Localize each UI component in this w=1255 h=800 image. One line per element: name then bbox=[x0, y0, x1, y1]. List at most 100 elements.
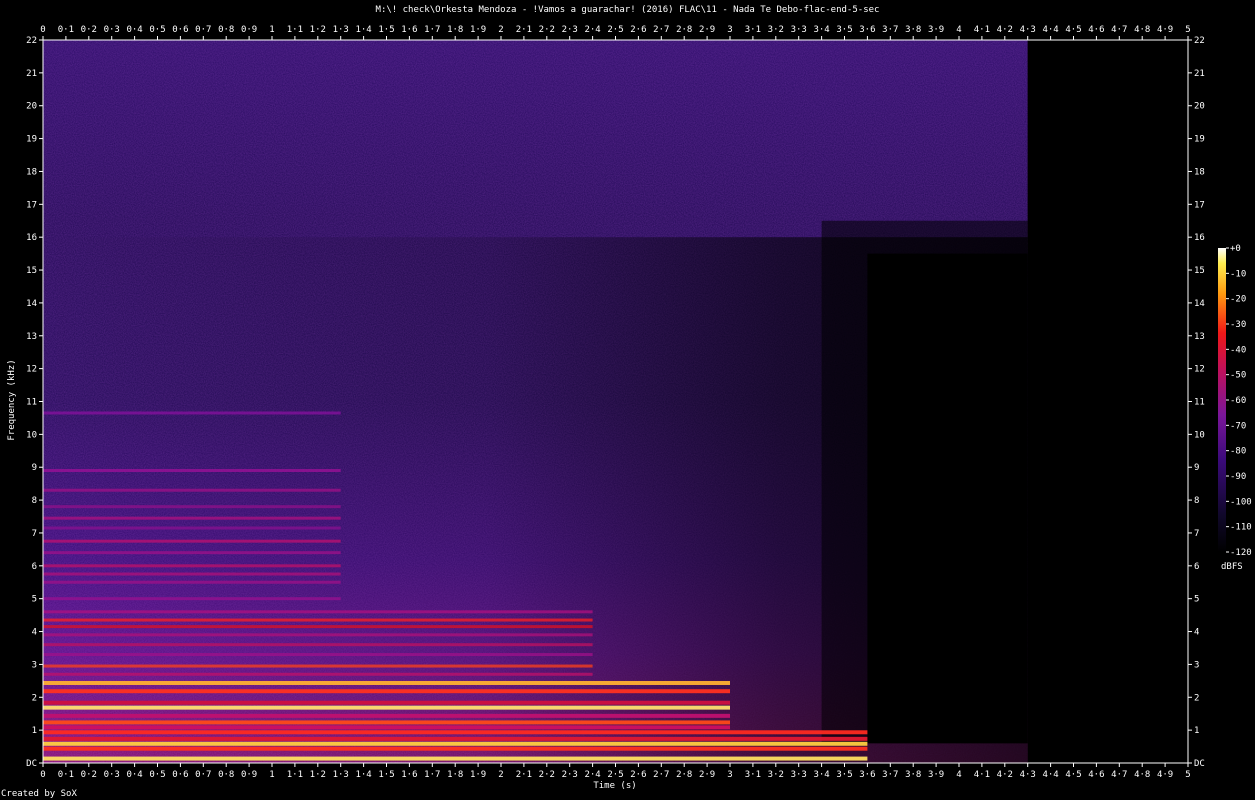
y-tick-label: 22 bbox=[26, 36, 37, 46]
harmonic-band bbox=[43, 551, 341, 555]
y-tick-label: 5 bbox=[32, 595, 37, 605]
x-tick-label: 0·5 bbox=[149, 770, 165, 780]
x-tick-label: 1·4 bbox=[355, 25, 371, 35]
colorbar-tick-label: -10 bbox=[1230, 269, 1246, 279]
x-tick-label: 1·1 bbox=[287, 770, 303, 780]
y-tick-label: 17 bbox=[26, 200, 37, 210]
x-tick-label: 4·9 bbox=[1157, 770, 1173, 780]
y-tick-label: 2 bbox=[1194, 693, 1199, 703]
spectrogram-chart: 0 0 0·1 0·1 0·2 0·2 0·3 0·3 0·4 0·4 0·5 0·5 0·6 0·6 0·… bbox=[26, 25, 1252, 780]
harmonic-band bbox=[43, 664, 593, 668]
x-tick-label: 1·5 bbox=[378, 25, 394, 35]
x-tick-label: 2·2 bbox=[539, 25, 555, 35]
y-tick-label: 13 bbox=[1194, 332, 1205, 342]
x-tick-label: 4·8 bbox=[1134, 770, 1150, 780]
x-tick-label: 3·6 bbox=[859, 770, 875, 780]
x-tick-label: 0·7 bbox=[195, 25, 211, 35]
x-tick-label: 2·3 bbox=[562, 25, 578, 35]
y-tick-label: 11 bbox=[1194, 398, 1205, 408]
y-tick-label: 14 bbox=[26, 299, 37, 309]
colorbar-tick-label: -20 bbox=[1230, 295, 1246, 305]
y-tick-label: 4 bbox=[32, 628, 37, 638]
x-tick-label: 4·4 bbox=[1042, 25, 1058, 35]
x-tick-label: 0·1 bbox=[58, 770, 74, 780]
colorbar-tick-label: -120 bbox=[1230, 548, 1252, 558]
x-tick-label: 4 bbox=[956, 770, 961, 780]
x-tick-label: 2·1 bbox=[516, 770, 532, 780]
harmonic-band bbox=[43, 713, 730, 718]
x-tick-label: 0·8 bbox=[218, 25, 234, 35]
harmonic-band bbox=[43, 700, 730, 705]
harmonic-band bbox=[43, 643, 593, 647]
y-tick-label: 8 bbox=[1194, 496, 1199, 506]
colorbar-tick-label: -40 bbox=[1230, 345, 1246, 355]
x-tick-label: 0·9 bbox=[241, 770, 257, 780]
harmonic-band bbox=[43, 633, 593, 637]
x-tick-label: 0·4 bbox=[126, 770, 142, 780]
harmonic-band bbox=[43, 653, 593, 657]
colorbar-tick-label: -70 bbox=[1230, 421, 1246, 431]
x-tick-label: 4·4 bbox=[1042, 770, 1058, 780]
x-tick-label: 1·4 bbox=[355, 770, 371, 780]
silent-region-end bbox=[1027, 40, 1188, 763]
y-tick-label: 7 bbox=[1194, 529, 1199, 539]
x-tick-label: 2·7 bbox=[653, 25, 669, 35]
colorbar-tick-label: -50 bbox=[1230, 371, 1246, 381]
y-tick-label: DC bbox=[1194, 759, 1205, 769]
x-tick-label: 1·3 bbox=[333, 25, 349, 35]
y-tick-label: 3 bbox=[32, 660, 37, 670]
x-tick-label: 3·7 bbox=[882, 25, 898, 35]
harmonic-band bbox=[43, 539, 341, 543]
harmonic-band bbox=[43, 411, 341, 415]
x-tick-label: 0·2 bbox=[81, 770, 97, 780]
x-tick-label: 2·3 bbox=[562, 770, 578, 780]
y-tick-label: 2 bbox=[32, 693, 37, 703]
x-tick-label: 5 bbox=[1185, 770, 1190, 780]
x-tick-label: 0·5 bbox=[149, 25, 165, 35]
y-tick-label: 21 bbox=[1194, 69, 1205, 79]
y-tick-label: 4 bbox=[1194, 628, 1199, 638]
y-tick-label: 8 bbox=[32, 496, 37, 506]
x-tick-label: 3·9 bbox=[928, 770, 944, 780]
x-tick-label: 4·2 bbox=[997, 25, 1013, 35]
x-tick-label: 2·8 bbox=[676, 770, 692, 780]
colorbar: +0 -10 -20 -30 -40 -50 -60 -70 -80 -90 -100 -110 -12… bbox=[1218, 244, 1252, 558]
harmonic-band bbox=[43, 672, 593, 676]
x-tick-label: 0 bbox=[40, 770, 45, 780]
x-tick-label: 1·2 bbox=[310, 770, 326, 780]
harmonic-band bbox=[43, 680, 730, 685]
harmonic-band bbox=[43, 469, 341, 473]
harmonic-band bbox=[43, 516, 341, 520]
x-tick-label: 2·1 bbox=[516, 25, 532, 35]
harmonic-band bbox=[43, 689, 730, 694]
colorbar-tick-label: +0 bbox=[1230, 244, 1241, 254]
x-tick-label: 1·8 bbox=[447, 25, 463, 35]
x-tick-label: 2·6 bbox=[630, 25, 646, 35]
y-tick-label: 21 bbox=[26, 69, 37, 79]
y-tick-label: 6 bbox=[1194, 562, 1199, 572]
y-tick-label: 20 bbox=[1194, 102, 1205, 112]
harmonic-band bbox=[43, 572, 341, 576]
harmonic-band bbox=[43, 625, 593, 629]
silent-region-mid bbox=[867, 253, 1028, 744]
x-tick-label: 3·2 bbox=[768, 25, 784, 35]
x-tick-label: 3·8 bbox=[905, 770, 921, 780]
x-tick-label: 1·5 bbox=[378, 770, 394, 780]
harmonic-band bbox=[43, 705, 730, 710]
x-tick-label: 4·3 bbox=[1020, 770, 1036, 780]
x-tick-label: 2 bbox=[498, 770, 503, 780]
harmonic-band bbox=[43, 618, 593, 622]
harmonic-band bbox=[43, 746, 868, 751]
harmonic-band bbox=[43, 756, 868, 761]
x-tick-label: 2·4 bbox=[584, 25, 600, 35]
y-tick-label: 10 bbox=[26, 430, 37, 440]
y-tick-label: 7 bbox=[32, 529, 37, 539]
x-tick-label: 3 bbox=[727, 25, 732, 35]
y-tick-label: 16 bbox=[26, 233, 37, 243]
x-tick-label: 1·7 bbox=[424, 770, 440, 780]
harmonic-band bbox=[43, 505, 341, 509]
y-tick-label: 1 bbox=[1194, 726, 1199, 736]
x-tick-label: 4·6 bbox=[1088, 25, 1104, 35]
y-tick-label: 17 bbox=[1194, 200, 1205, 210]
y-tick-label: 13 bbox=[26, 332, 37, 342]
